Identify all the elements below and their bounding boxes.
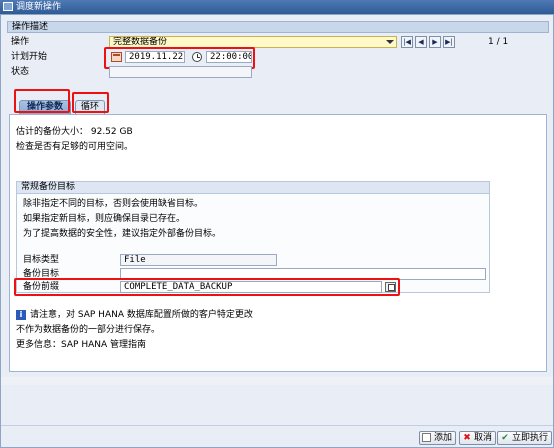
- highlight-params-tab: [14, 89, 70, 113]
- horizontal-scrollbar[interactable]: [1, 377, 553, 385]
- info-line-3: 更多信息：SAP HANA 管理指南: [16, 340, 146, 350]
- document-icon: [422, 433, 431, 442]
- add-button-label: 添加: [434, 433, 453, 443]
- target-type-field: File: [120, 254, 277, 266]
- next-record-button[interactable]: ▶: [429, 36, 441, 48]
- target-type-label: 目标类型: [23, 255, 60, 265]
- dialog-window: 操作描述 操作 完整数据备份 |◀ ◀ ▶ ▶| 1 / 1 计划开始 2019…: [0, 14, 554, 448]
- highlight-prefix: [14, 278, 400, 296]
- add-button[interactable]: 添加: [419, 431, 457, 445]
- operation-label: 操作: [11, 37, 30, 47]
- operation-params-panel: 估计的备份大小： 92.52 GB 检查是否有足够的可用空间。 常规备份目标 除…: [9, 114, 547, 372]
- operation-value: 完整数据备份: [113, 37, 168, 47]
- execute-icon: ✔: [501, 433, 509, 443]
- last-record-button[interactable]: ▶|: [443, 36, 455, 48]
- backup-target-title: 常规备份目标: [17, 182, 489, 194]
- window-icon: [3, 2, 13, 11]
- check-space-text: 检查是否有足够的可用空间。: [16, 142, 134, 152]
- target-note-2: 如果指定新目标，则应确保目录已存在。: [23, 214, 186, 224]
- group-header: 操作描述: [7, 21, 549, 33]
- schedule-label: 计划开始: [11, 52, 48, 62]
- record-indicator: 1 / 1: [488, 37, 509, 47]
- cancel-button[interactable]: ✖ 取消: [459, 431, 497, 445]
- previous-record-button[interactable]: ◀: [415, 36, 427, 48]
- window-title: 调度新操作: [16, 2, 62, 12]
- backup-target-group: 常规备份目标 除非指定不同的目标，否则会使用缺省目标。 如果指定新目标，则应确保…: [16, 181, 490, 293]
- info-line-1: 请注意，对 SAP HANA 数据库配置所做的客户特定更改: [30, 310, 253, 320]
- close-icon: ✖: [463, 433, 471, 443]
- action-bar: 添加 ✖ 取消 ✔ 立即执行: [1, 425, 553, 447]
- status-field: [109, 66, 252, 78]
- execute-button-label: 立即执行: [512, 433, 549, 443]
- window-titlebar: 调度新操作: [0, 0, 554, 14]
- status-label: 状态: [11, 67, 30, 77]
- target-note-3: 为了提高数据的安全性，建议指定外部备份目标。: [23, 229, 222, 239]
- execute-now-button[interactable]: ✔ 立即执行: [497, 431, 553, 445]
- first-record-button[interactable]: |◀: [401, 36, 413, 48]
- estimated-size-text: 估计的备份大小： 92.52 GB: [16, 127, 133, 137]
- chevron-down-icon[interactable]: [386, 40, 394, 44]
- info-icon: i: [16, 310, 26, 320]
- cancel-button-label: 取消: [474, 433, 493, 443]
- highlight-recurrence-tab: [72, 92, 109, 113]
- target-note-1: 除非指定不同的目标，否则会使用缺省目标。: [23, 199, 204, 209]
- info-line-2: 不作为数据备份的一部分进行保存。: [16, 325, 161, 335]
